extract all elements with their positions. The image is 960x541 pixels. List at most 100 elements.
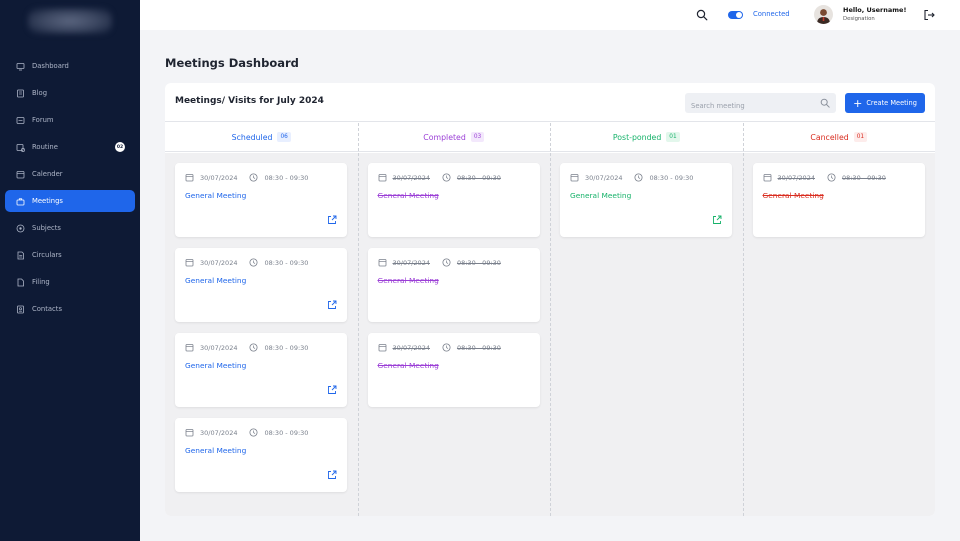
meeting-date: 30/07/2024 <box>777 173 815 182</box>
sidebar-item-blog[interactable]: Blog <box>5 82 135 104</box>
search-box <box>685 93 836 116</box>
user-avatar-icon <box>817 9 830 24</box>
clock-icon <box>249 173 258 182</box>
sidebar-item-label: Blog <box>32 89 48 97</box>
calendar-icon <box>185 429 194 437</box>
sidebar-item-label: Dashboard <box>32 62 69 70</box>
app-logo <box>28 8 112 34</box>
meeting-title[interactable]: General Meeting <box>763 191 824 200</box>
column-title: Post-ponded <box>612 132 662 142</box>
meeting-time: 08:30 - 09:30 <box>456 258 501 267</box>
page-title: Meetings Dashboard <box>165 56 299 70</box>
plus-icon: + <box>853 96 863 110</box>
meeting-card[interactable]: 30/07/2024 08:30 - 09:30 General Meeting <box>175 333 347 407</box>
open-external-icon[interactable] <box>327 385 337 395</box>
meeting-meta: 30/07/2024 08:30 - 09:30 <box>378 258 501 267</box>
column-header-completed: Completed 03 <box>357 123 550 152</box>
sidebar-item-dashboard[interactable]: Dashboard <box>5 55 135 77</box>
sidebar-item-circulars[interactable]: Circulars <box>5 244 135 266</box>
meeting-card[interactable]: 30/07/2024 08:30 - 09:30 General Meeting <box>175 248 347 322</box>
sidebar-item-label: Filing <box>32 278 50 286</box>
clock-icon <box>249 343 258 352</box>
column-title: Scheduled <box>231 132 273 142</box>
meeting-meta: 30/07/2024 08:30 - 09:30 <box>185 258 308 267</box>
open-external-icon[interactable] <box>327 215 337 225</box>
sidebar-item-label: Contacts <box>32 305 62 313</box>
calendar-icon <box>16 170 25 179</box>
open-external-icon[interactable] <box>712 215 722 225</box>
connection-toggle[interactable] <box>728 11 743 19</box>
avatar[interactable] <box>814 5 833 24</box>
clock-icon <box>827 173 836 182</box>
meeting-time: 08:30 - 09:30 <box>841 173 886 182</box>
column-header-scheduled: Scheduled 06 <box>165 123 358 152</box>
top-bar: Connected Hello, Username! Designation <box>140 0 960 30</box>
create-meeting-button[interactable]: + Create Meeting <box>845 93 925 113</box>
open-external-icon[interactable] <box>327 470 337 480</box>
sidebar-item-meetings[interactable]: Meetings <box>5 190 135 212</box>
meeting-title[interactable]: General Meeting <box>185 446 246 455</box>
meeting-title[interactable]: General Meeting <box>185 361 246 370</box>
column-title: Completed <box>423 132 466 142</box>
sidebar-item-calender[interactable]: Calender <box>5 163 135 185</box>
meeting-title[interactable]: General Meeting <box>378 276 439 285</box>
column-divider <box>357 123 359 516</box>
meeting-card[interactable]: 30/07/2024 08:30 - 09:30 General Meeting <box>367 163 540 237</box>
meeting-title[interactable]: General Meeting <box>378 191 439 200</box>
column-title: Cancelled <box>810 132 849 142</box>
search-icon[interactable] <box>820 98 830 108</box>
sidebar-item-filing[interactable]: Filing <box>5 271 135 293</box>
search-icon[interactable] <box>696 9 708 21</box>
sidebar-item-subjects[interactable]: Subjects <box>5 217 135 239</box>
meeting-time: 08:30 - 09:30 <box>649 173 694 182</box>
meeting-title[interactable]: General Meeting <box>185 191 246 200</box>
meeting-date: 30/07/2024 <box>392 343 430 352</box>
logout-icon[interactable] <box>923 9 935 21</box>
meeting-title[interactable]: General Meeting <box>570 191 631 200</box>
meeting-card[interactable]: 30/07/2024 08:30 - 09:30 General Meeting <box>175 418 347 492</box>
meeting-card[interactable]: 30/07/2024 08:30 - 09:30 General Meeting <box>367 248 540 322</box>
user-greeting: Hello, Username! <box>843 6 907 14</box>
clock-icon <box>249 428 258 437</box>
meeting-card[interactable]: 30/07/2024 08:30 - 09:30 General Meeting <box>560 163 732 237</box>
meeting-date: 30/07/2024 <box>392 173 430 182</box>
create-meeting-label: Create Meeting <box>866 99 917 107</box>
subjects-icon <box>16 224 25 233</box>
meeting-time: 08:30 - 09:30 <box>456 173 501 182</box>
clock-icon <box>442 173 451 182</box>
calendar-icon <box>185 174 194 182</box>
meeting-meta: 30/07/2024 08:30 - 09:30 <box>378 343 501 352</box>
sidebar-item-contacts[interactable]: Contacts <box>5 298 135 320</box>
meeting-card[interactable]: 30/07/2024 08:30 - 09:30 General Meeting <box>752 163 925 237</box>
forum-icon <box>16 116 25 125</box>
calendar-icon <box>378 344 386 352</box>
meeting-date: 30/07/2024 <box>200 173 238 182</box>
meeting-card[interactable]: 30/07/2024 08:30 - 09:30 General Meeting <box>175 163 347 237</box>
clock-icon <box>442 258 451 267</box>
meeting-card[interactable]: 30/07/2024 08:30 - 09:30 General Meeting <box>367 333 540 407</box>
meeting-date: 30/07/2024 <box>200 258 238 267</box>
column-count-badge: 01 <box>666 132 680 142</box>
meeting-time: 08:30 - 09:30 <box>456 343 501 352</box>
search-input[interactable] <box>685 96 810 116</box>
sidebar-item-routine[interactable]: Routine 02 <box>5 136 135 158</box>
sidebar-nav: Dashboard Blog Forum Routine 02 Calender Meeti… <box>5 55 135 325</box>
meeting-meta: 30/07/2024 08:30 - 09:30 <box>185 428 308 437</box>
routine-icon <box>16 143 25 152</box>
column-count-badge: 03 <box>470 132 485 142</box>
meeting-date: 30/07/2024 <box>200 428 238 437</box>
document-icon <box>16 251 25 260</box>
sidebar-item-forum[interactable]: Forum <box>5 109 135 131</box>
calendar-icon <box>378 259 386 267</box>
sidebar-item-label: Forum <box>32 116 54 124</box>
contacts-icon <box>16 305 25 314</box>
clock-icon <box>249 258 258 267</box>
meeting-meta: 30/07/2024 08:30 - 09:30 <box>185 343 308 352</box>
meeting-title[interactable]: General Meeting <box>378 361 439 370</box>
meeting-meta: 30/07/2024 08:30 - 09:30 <box>763 173 886 182</box>
calendar-icon <box>763 174 771 182</box>
sidebar-item-label: Calender <box>32 170 63 178</box>
open-external-icon[interactable] <box>327 300 337 310</box>
file-icon <box>16 278 25 287</box>
meeting-title[interactable]: General Meeting <box>185 276 246 285</box>
